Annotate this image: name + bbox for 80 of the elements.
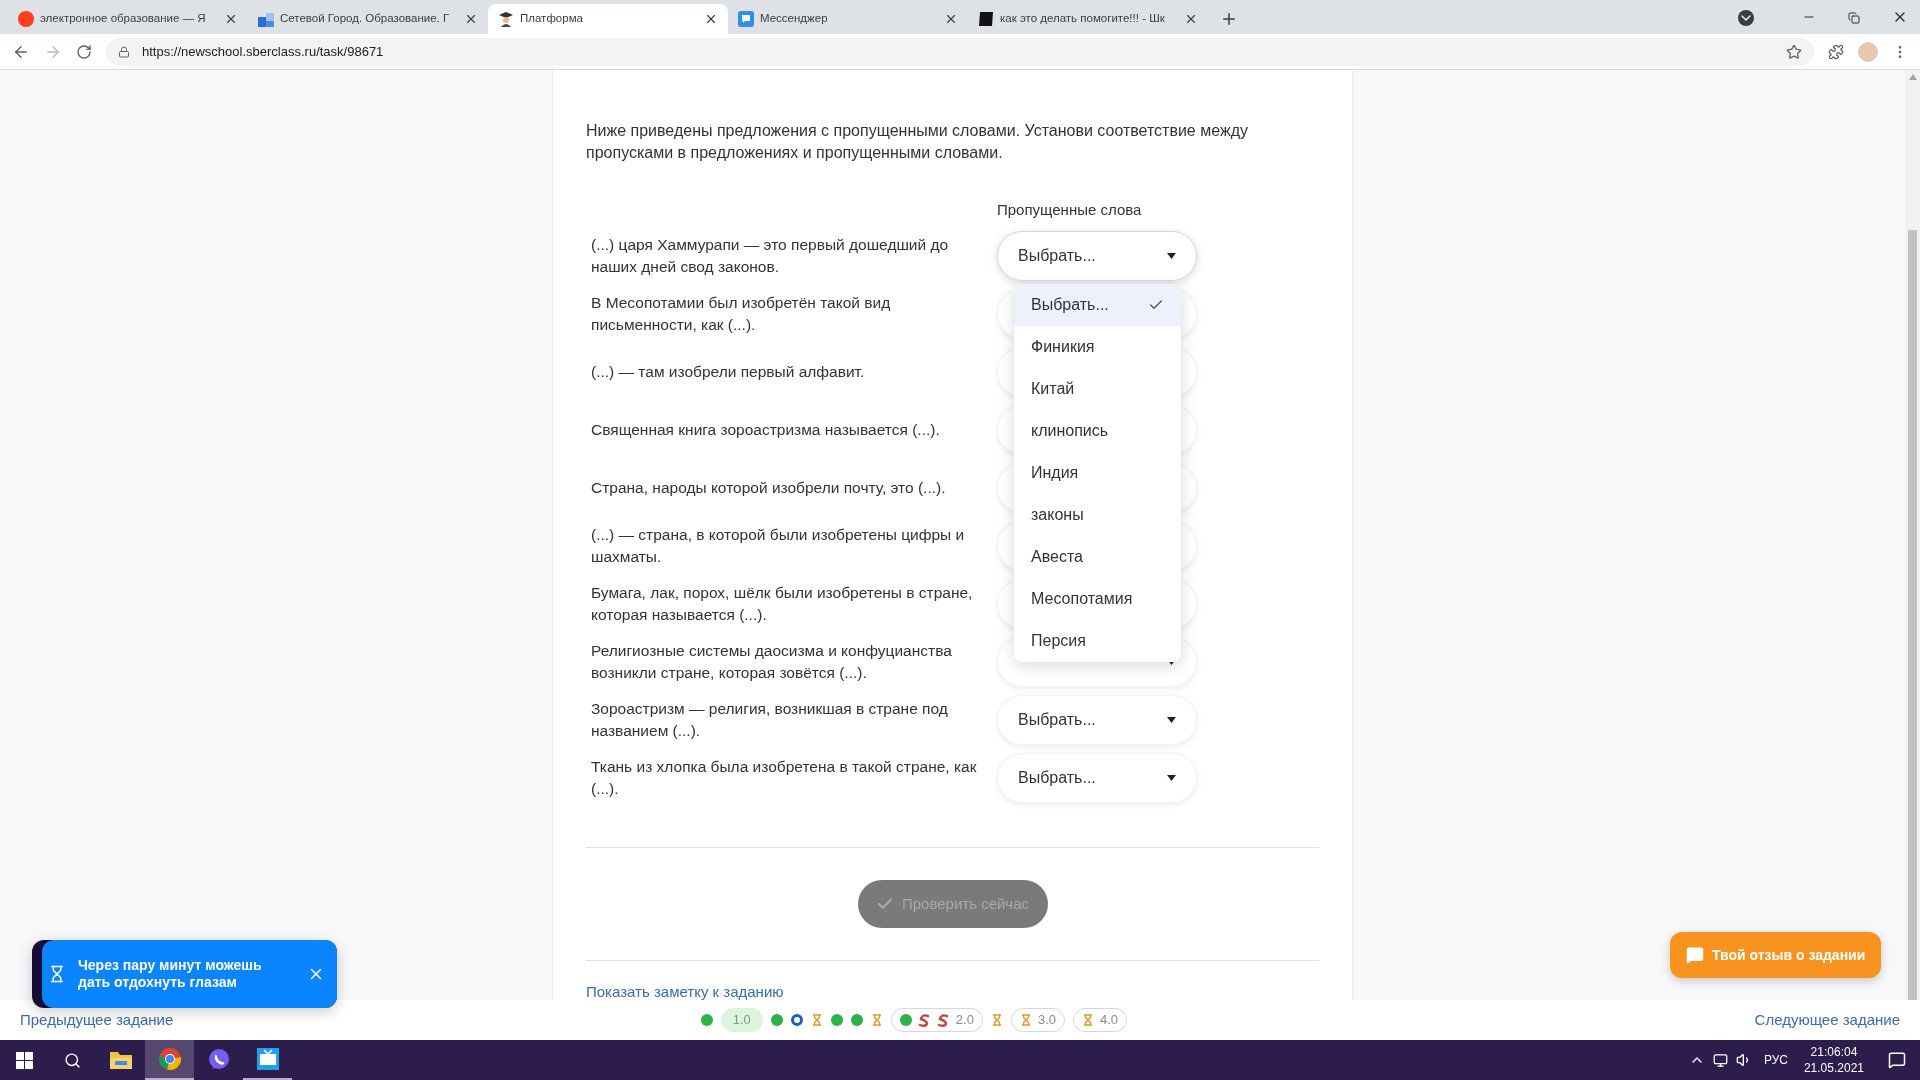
clock-date: 21.05.2021: [1803, 1060, 1864, 1076]
extensions-icon[interactable]: [1828, 43, 1844, 60]
browser-tab[interactable]: электронное образование — Я: [8, 4, 248, 34]
failed-swirl-icon[interactable]: [936, 1013, 950, 1027]
sentence-text: (...) — там изобрели первый алфавит.: [590, 362, 866, 382]
dropdown-option[interactable]: Финикия: [1014, 326, 1181, 368]
sentence-text: (...) — страна, в которой были изобретены цифры и шахматы.: [590, 525, 966, 567]
language-indicator[interactable]: РУС: [1763, 1051, 1788, 1069]
previous-task-link[interactable]: Предыдущее задание: [20, 1008, 174, 1032]
dropdown-option[interactable]: Китай: [1014, 368, 1181, 410]
tab-favicon-icon: [738, 11, 754, 27]
tab-favicon-icon: [498, 11, 514, 27]
tab-favicon-icon: [18, 11, 34, 27]
failed-swirl-icon[interactable]: [917, 1013, 931, 1027]
viber-icon: [206, 1048, 231, 1072]
tab-title: электронное образование — Я: [40, 11, 207, 27]
browser-tab[interactable]: как это делать помогите!!! - Шк: [968, 4, 1208, 34]
sentence-text: Религиозные системы даосизма и конфуцианства возникли стране, которая зовётся (...).: [590, 641, 953, 683]
select-field[interactable]: Выбрать...: [997, 753, 1197, 803]
tab-favicon-icon: [978, 11, 994, 27]
sentence-text: В Месопотамии был изобретён такой вид письменности, как (...).: [590, 293, 892, 335]
dropdown-option[interactable]: Авеста: [1014, 536, 1181, 578]
select-field[interactable]: Выбрать...: [997, 695, 1197, 745]
hourglass-icon: [48, 965, 66, 983]
tab-title: Сетевой Город. Образование. Г: [280, 11, 451, 27]
sentence-text: Ткань из хлопка была изобретена в такой стране, как (...).: [590, 757, 978, 799]
sentence-text: Зороастризм — религия, возникшая в стране под названием (...).: [590, 699, 949, 741]
task-instruction: Ниже приведены предложения с пропущенными словами. Установи соответствие между пропусками в предложениях и пропущенными словами.: [586, 121, 1249, 163]
search-icon: [63, 1051, 81, 1069]
close-icon[interactable]: [1184, 12, 1198, 26]
tab-title: Мессенджер: [760, 11, 829, 27]
lock-icon[interactable]: [118, 45, 130, 58]
bookmark-star-icon[interactable]: [1786, 43, 1802, 60]
chat-bubble-icon: [1686, 946, 1704, 964]
tab-favicon-icon: [258, 11, 274, 27]
reload-icon[interactable]: [76, 43, 92, 60]
dropdown-option[interactable]: Месопотамия: [1014, 578, 1181, 620]
tab-title: Платформа: [520, 11, 584, 27]
close-icon[interactable]: [704, 12, 718, 26]
caret-icon: [1167, 253, 1176, 259]
browser-tab[interactable]: Платформа: [488, 4, 728, 34]
next-task-link[interactable]: Следующее задание: [1754, 1008, 1900, 1032]
caret-icon: [1167, 659, 1176, 665]
level-label: 3.0: [1037, 1011, 1056, 1030]
dropdown-option[interactable]: законы: [1014, 494, 1181, 536]
network-icon[interactable]: [1712, 1052, 1728, 1068]
dropdown-option[interactable]: Выбрать...: [1014, 284, 1181, 326]
notifications-icon[interactable]: [1888, 1051, 1906, 1069]
tv-icon: [255, 1047, 280, 1071]
scrollbar[interactable]: [1905, 70, 1920, 1000]
column-header: Пропущенные слова: [997, 200, 1142, 220]
note-link[interactable]: Показать заметку к заданию: [586, 981, 784, 1000]
level-label: 2.0: [955, 1011, 974, 1030]
browser-tab[interactable]: Мессенджер: [728, 4, 968, 34]
sentence-text: (...) царя Хаммурапи — это первый дошедший до наших дней свод законов.: [590, 235, 950, 277]
tab-search-icon[interactable]: [1738, 10, 1754, 26]
url-text: https://newschool.sberclass.ru/task/98671: [142, 42, 385, 61]
dropdown-option[interactable]: Персия: [1014, 620, 1181, 662]
sentence-text: Бумага, лак, порох, шёлк были изобретены в стране, которая называется (...).: [590, 583, 974, 625]
tab-title: как это делать помогите!!! - Шк: [1000, 11, 1166, 27]
restore-icon[interactable]: [1848, 12, 1860, 24]
clock-time: 21:06:04: [1810, 1044, 1858, 1060]
caret-icon: [1167, 717, 1176, 723]
dropdown-option[interactable]: Индия: [1014, 452, 1181, 494]
caret-icon: [1167, 775, 1176, 781]
sentence-text: Священная книга зороастризма называется (...).: [590, 420, 941, 440]
folder-icon: [108, 1049, 133, 1071]
close-icon[interactable]: [944, 12, 958, 26]
chrome-icon: [157, 1047, 182, 1071]
close-icon[interactable]: [224, 12, 238, 26]
address-field[interactable]: https://newschool.sberclass.ru/task/98671: [106, 37, 1814, 66]
windows-icon: [15, 1051, 33, 1069]
new-tab-icon[interactable]: [1220, 10, 1238, 28]
close-icon[interactable]: [464, 12, 478, 26]
sentence-text: Страна, народы которой изобрели почту, это (...).: [590, 478, 947, 498]
level-label: 4.0: [1100, 1011, 1119, 1030]
dropdown-option[interactable]: клинопись: [1014, 410, 1181, 452]
select-field[interactable]: Выбрать...: [997, 231, 1197, 281]
toast-message: Через пару минут можешь дать отдохнуть глазам: [78, 957, 263, 991]
browser-tab[interactable]: Сетевой Город. Образование. Г: [248, 4, 488, 34]
